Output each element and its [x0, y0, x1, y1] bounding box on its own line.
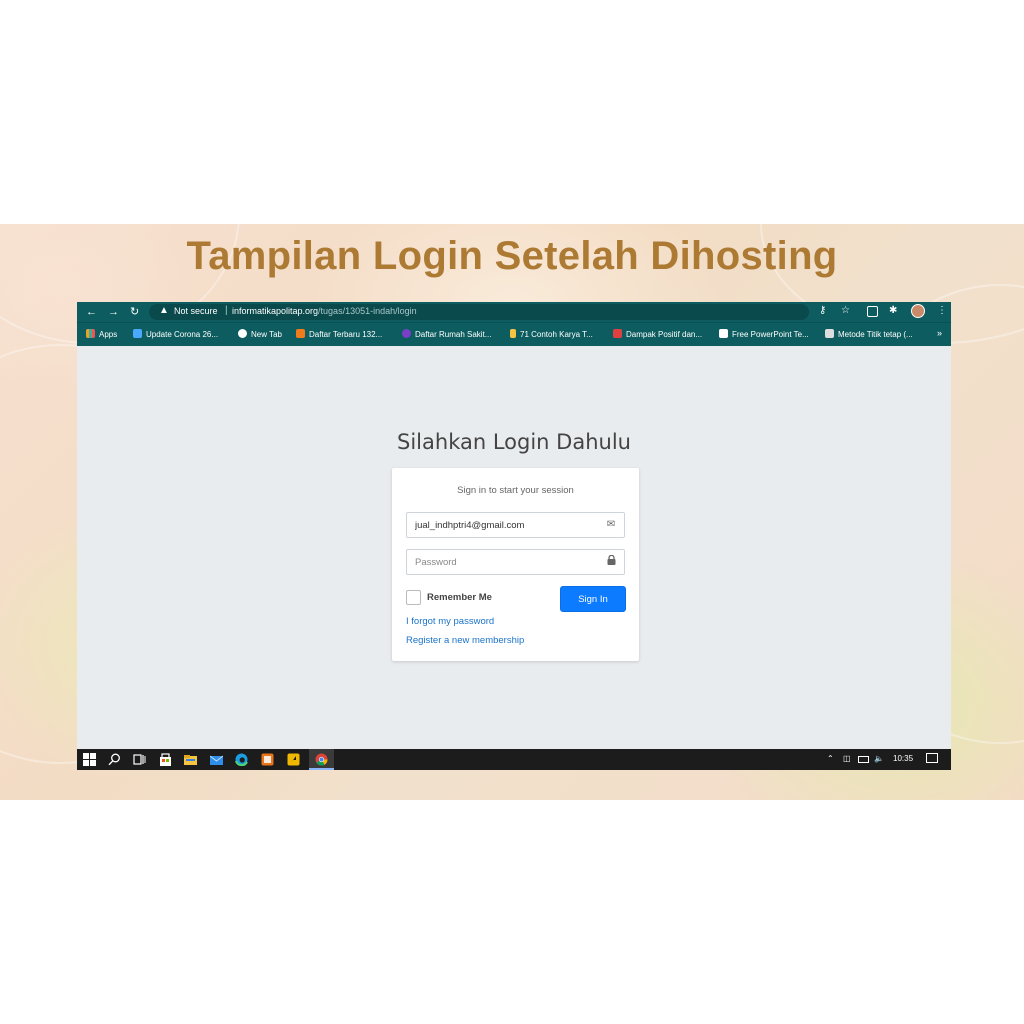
login-card: Sign in to start your session ✉ Remember… — [392, 468, 639, 661]
email-input[interactable] — [407, 513, 597, 537]
menu-icon[interactable]: ⋮ — [937, 305, 947, 316]
bookmark-item[interactable]: Update Corona 26... — [133, 329, 218, 339]
extension-icon[interactable] — [867, 306, 878, 317]
forward-icon[interactable]: → — [108, 305, 119, 319]
clock-time[interactable]: 10:35 — [893, 754, 913, 763]
warning-icon: ▲ — [159, 305, 169, 316]
forgot-password-link[interactable]: I forgot my password — [406, 616, 494, 627]
search-icon[interactable] — [108, 753, 121, 766]
lock-icon — [598, 550, 624, 574]
device-icon[interactable]: ◫ — [843, 754, 851, 763]
file-explorer-icon[interactable] — [184, 753, 197, 766]
star-icon[interactable]: ☆ — [841, 305, 850, 316]
bookmark-item[interactable]: Metode Titik tetap (... — [825, 329, 913, 339]
windows-taskbar: ⌃ ◫ 🔈 10:35 — [77, 749, 951, 770]
bookmark-favicon-icon — [402, 329, 411, 338]
bookmark-item[interactable]: 71 Contoh Karya T... — [510, 329, 593, 339]
password-field — [406, 549, 625, 575]
chevron-up-icon[interactable]: ⌃ — [827, 754, 834, 763]
bookmark-favicon-icon — [825, 329, 834, 338]
bookmark-item[interactable]: Daftar Rumah Sakit... — [402, 329, 491, 339]
puzzle-icon[interactable]: ✱ — [889, 305, 897, 316]
bookmark-item[interactable]: Free PowerPoint Te... — [719, 329, 809, 339]
address-bar[interactable]: ▲ Not secure | informatikapolitap.org/tu… — [149, 304, 809, 320]
bookmark-item[interactable]: New Tab — [238, 329, 282, 339]
mail-icon[interactable] — [210, 753, 223, 766]
task-view-icon[interactable] — [133, 753, 146, 766]
slide-title: Tampilan Login Setelah Dihosting — [186, 234, 838, 278]
register-link[interactable]: Register a new membership — [406, 635, 524, 646]
address-separator: | — [225, 305, 228, 316]
bookmark-apps[interactable]: Apps — [86, 329, 117, 339]
bookmark-item[interactable]: Daftar Terbaru 132... — [296, 329, 382, 339]
bookmark-favicon-icon — [296, 329, 305, 338]
bookmarks-bar: Apps Update Corona 26... New Tab Daftar … — [77, 322, 951, 346]
url-path: /tugas/13051-indah/login — [318, 306, 417, 316]
apps-grid-icon — [86, 329, 95, 338]
url-host: informatikapolitap.org — [232, 306, 319, 316]
remember-me-checkbox[interactable] — [406, 590, 421, 605]
reload-icon[interactable]: ↻ — [130, 305, 139, 319]
store-icon[interactable] — [159, 753, 172, 766]
slide-background: Tampilan Login Setelah Dihosting ← → ↻ ▲… — [0, 224, 1024, 800]
envelope-icon: ✉ — [606, 519, 616, 530]
edge-icon[interactable] — [235, 753, 248, 766]
sign-in-button[interactable]: Sign In — [560, 586, 626, 612]
app-yellow-icon[interactable] — [287, 753, 300, 766]
bookmark-favicon-icon — [613, 329, 622, 338]
globe-icon — [238, 329, 247, 338]
bookmark-item[interactable]: Dampak Positif dan... — [613, 329, 702, 339]
url-text: informatikapolitap.org/tugas/13051-indah… — [232, 306, 417, 316]
notification-icon[interactable] — [926, 753, 938, 763]
email-field: ✉ — [406, 512, 625, 538]
remember-me-label: Remember Me — [427, 592, 492, 603]
battery-icon[interactable] — [858, 756, 869, 763]
login-message: Sign in to start your session — [457, 485, 574, 496]
volume-icon[interactable]: 🔈 — [874, 754, 884, 763]
browser-toolbar: ← → ↻ ▲ Not secure | informatikapolitap.… — [77, 302, 951, 322]
more-bookmarks-icon[interactable]: » — [937, 328, 942, 338]
bookmark-favicon-icon — [719, 329, 728, 338]
app-orange-icon[interactable] — [261, 753, 274, 766]
bookmark-favicon-icon — [133, 329, 142, 338]
security-label: Not secure — [174, 306, 218, 316]
page-title: Silahkan Login Dahulu — [397, 430, 631, 454]
avatar[interactable] — [911, 304, 925, 318]
key-icon[interactable]: ⚷ — [819, 305, 826, 316]
bookmark-favicon-icon — [510, 329, 516, 338]
windows-start-icon[interactable] — [83, 753, 96, 766]
back-icon[interactable]: ← — [86, 305, 97, 319]
password-input[interactable] — [407, 550, 597, 574]
screenshot-window: ← → ↻ ▲ Not secure | informatikapolitap.… — [77, 302, 951, 770]
chrome-icon[interactable] — [315, 753, 328, 766]
